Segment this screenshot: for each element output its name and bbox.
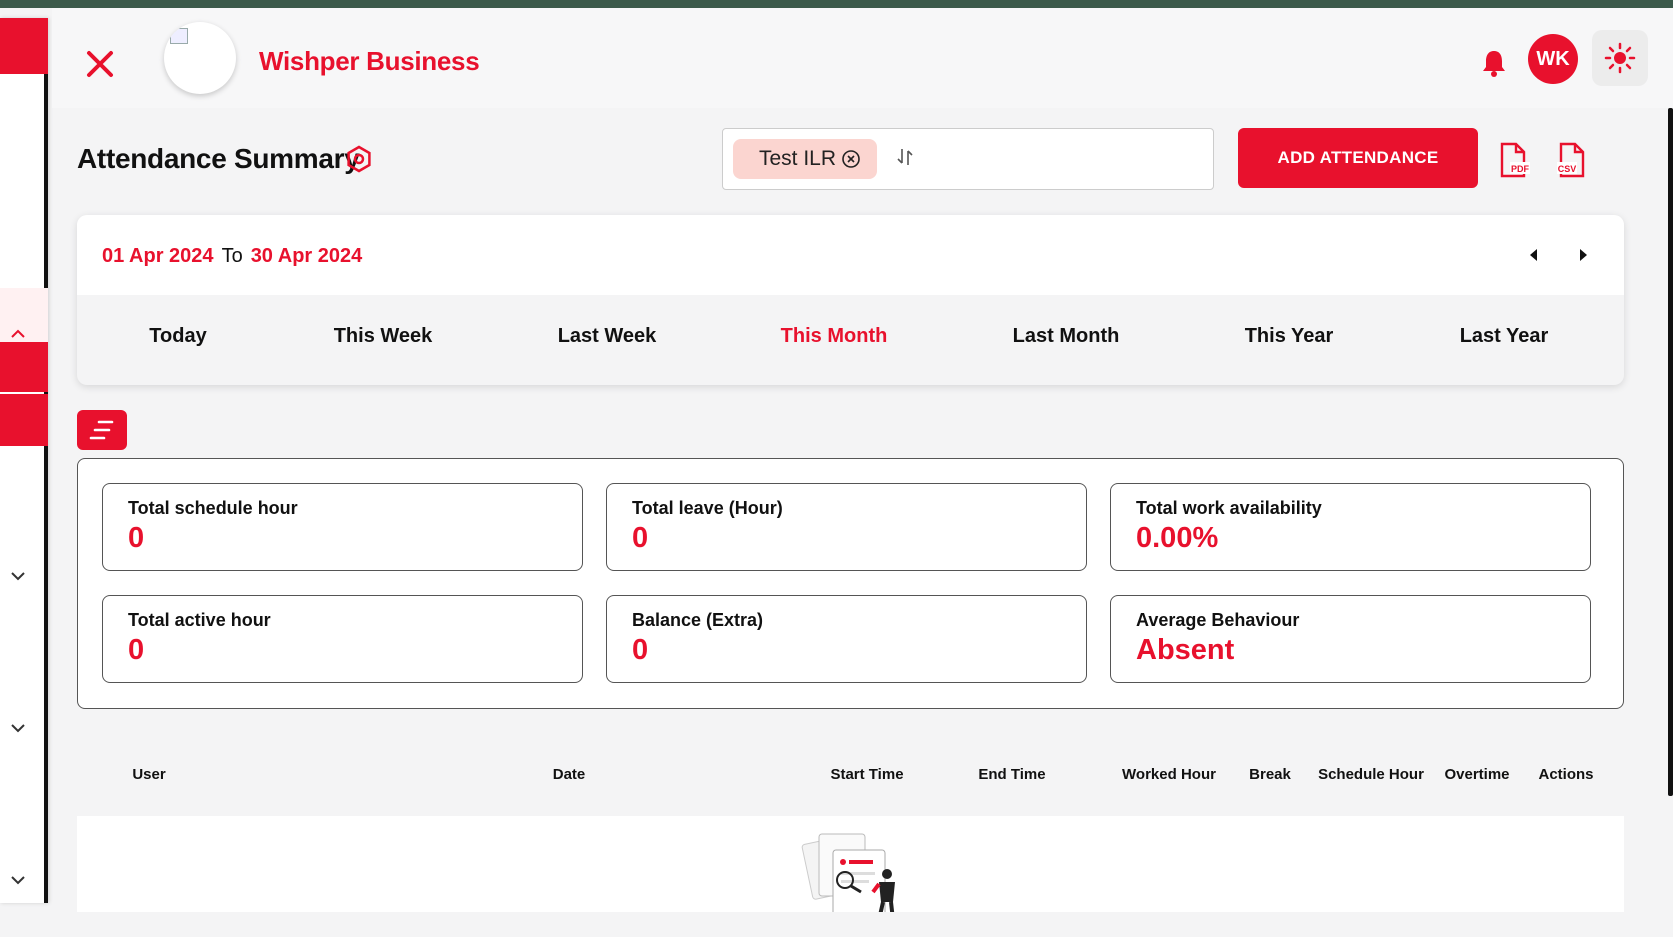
sidebar-subitem-2[interactable] bbox=[0, 394, 48, 446]
stat-value: Absent bbox=[1136, 634, 1235, 666]
selected-user-chip: Test ILR bbox=[733, 139, 877, 179]
empty-state-illustration bbox=[799, 830, 909, 912]
tab-today[interactable]: Today bbox=[149, 325, 206, 348]
stat-card: Total leave (Hour) 0 bbox=[606, 483, 1087, 571]
stat-card: Balance (Extra) 0 bbox=[606, 595, 1087, 683]
settings-hex-icon[interactable] bbox=[345, 145, 373, 173]
pdf-label: PDF bbox=[1511, 164, 1530, 174]
attendance-table: User Date Start Time End Time Worked Hour Bre… bbox=[77, 742, 1624, 912]
column-header[interactable]: Schedule Hour bbox=[1318, 766, 1424, 783]
page-bottom bbox=[0, 912, 1673, 937]
stat-card: Total schedule hour 0 bbox=[102, 483, 583, 571]
tab-this-year[interactable]: This Year bbox=[1245, 325, 1334, 348]
chevron-down-icon[interactable] bbox=[8, 566, 28, 586]
tab-last-month[interactable]: Last Month bbox=[1013, 325, 1120, 348]
tab-this-month[interactable]: This Month bbox=[781, 325, 888, 348]
toggle-stats-button[interactable] bbox=[77, 410, 127, 450]
user-filter-input[interactable]: Test ILR bbox=[722, 128, 1214, 190]
date-range[interactable]: 01 Apr 2024 To 30 Apr 2024 bbox=[102, 245, 362, 268]
date-range-header: 01 Apr 2024 To 30 Apr 2024 bbox=[77, 215, 1624, 295]
add-attendance-button[interactable]: ADD ATTENDANCE bbox=[1238, 128, 1478, 188]
date-range-card: 01 Apr 2024 To 30 Apr 2024 Today This Week L… bbox=[77, 215, 1624, 385]
chip-remove-icon[interactable] bbox=[841, 149, 861, 169]
date-from: 01 Apr 2024 bbox=[102, 245, 214, 267]
stat-value: 0 bbox=[632, 634, 649, 666]
column-header[interactable]: User bbox=[132, 766, 165, 783]
tab-this-week[interactable]: This Week bbox=[334, 325, 433, 348]
period-tabs: Today This Week Last Week This Month Last Mo… bbox=[77, 325, 1624, 355]
company-logo bbox=[164, 22, 236, 94]
chevron-up-icon[interactable] bbox=[8, 324, 28, 344]
csv-label: CSV bbox=[1558, 164, 1577, 174]
user-avatar[interactable]: WK bbox=[1528, 34, 1578, 84]
stat-label: Total leave (Hour) bbox=[632, 498, 783, 518]
sidebar-item-active[interactable] bbox=[0, 18, 48, 74]
stat-card: Total active hour 0 bbox=[102, 595, 583, 683]
stat-value: 0.00% bbox=[1136, 522, 1219, 554]
app-header: Wishper Business WK bbox=[52, 8, 1673, 108]
page-title: Attendance Summary bbox=[77, 143, 360, 174]
caret-right-icon[interactable] bbox=[1573, 245, 1593, 265]
top-strip bbox=[0, 0, 1673, 8]
column-header[interactable]: Start Time bbox=[830, 766, 903, 783]
column-header[interactable]: Worked Hour bbox=[1122, 766, 1216, 783]
menu-lines-icon bbox=[89, 420, 114, 440]
stat-label: Balance (Extra) bbox=[632, 610, 764, 630]
stat-value: 0 bbox=[128, 634, 145, 666]
sidebar bbox=[0, 18, 48, 903]
bell-icon[interactable] bbox=[1480, 48, 1508, 78]
sidebar-subitem-1[interactable] bbox=[0, 342, 48, 392]
brand-name: Wishper Business bbox=[259, 46, 480, 76]
stat-label: Total active hour bbox=[128, 610, 271, 630]
chevron-down-icon[interactable] bbox=[8, 718, 28, 738]
chip-label: Test ILR bbox=[759, 147, 837, 170]
theme-toggle-button[interactable] bbox=[1592, 30, 1648, 86]
stat-value: 0 bbox=[128, 522, 145, 554]
chevron-down-icon[interactable] bbox=[8, 870, 28, 890]
close-icon[interactable] bbox=[80, 44, 120, 84]
caret-left-icon[interactable] bbox=[1524, 245, 1544, 265]
stat-value: 0 bbox=[632, 522, 649, 554]
table-header: User Date Start Time End Time Worked Hour Bre… bbox=[77, 742, 1624, 816]
sort-icon[interactable] bbox=[893, 145, 917, 169]
column-header[interactable]: End Time bbox=[978, 766, 1045, 783]
sun-icon bbox=[1604, 42, 1636, 74]
pdf-export-icon[interactable]: PDF bbox=[1496, 142, 1530, 178]
tab-last-week[interactable]: Last Week bbox=[558, 325, 657, 348]
stat-label: Total work availability bbox=[1136, 498, 1322, 518]
date-to-word: To bbox=[221, 245, 243, 267]
broken-image-icon bbox=[170, 28, 188, 44]
page-scrollbar[interactable] bbox=[1668, 108, 1673, 796]
attendance-stats: Total schedule hour 0 Total leave (Hour) 0 T… bbox=[77, 458, 1624, 709]
stat-label: Average Behaviour bbox=[1136, 610, 1300, 630]
column-header[interactable]: Date bbox=[553, 766, 586, 783]
date-to: 30 Apr 2024 bbox=[250, 245, 363, 267]
column-header[interactable]: Overtime bbox=[1444, 766, 1509, 783]
stat-card: Average Behaviour Absent bbox=[1110, 595, 1591, 683]
csv-export-icon[interactable]: CSV bbox=[1555, 142, 1589, 178]
column-header[interactable]: Actions bbox=[1538, 766, 1593, 783]
column-header[interactable]: Break bbox=[1249, 766, 1291, 783]
stat-card: Total work availability 0.00% bbox=[1110, 483, 1591, 571]
tab-last-year[interactable]: Last Year bbox=[1460, 325, 1549, 348]
stat-label: Total schedule hour bbox=[128, 498, 298, 518]
